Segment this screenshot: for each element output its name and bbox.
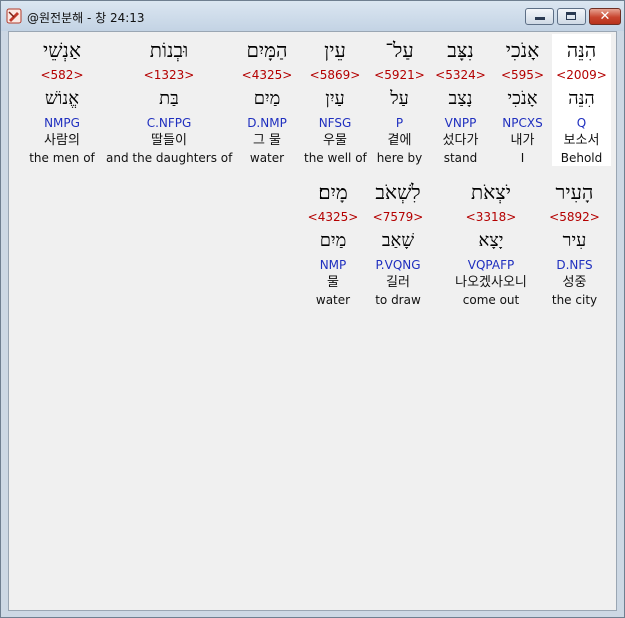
- lemma-word: בַּת: [159, 88, 179, 109]
- word-column[interactable]: הָעִיר <5892> עִיר D.NFS 성중 the city: [545, 176, 604, 308]
- english-gloss: come out: [462, 293, 520, 307]
- hebrew-word: נִצָּב: [447, 38, 474, 62]
- lemma-word: מַיִם: [319, 230, 347, 251]
- word-column[interactable]: וּבְנוֹת <1323> בַּת C.NFPG 딸들이 and the daugh…: [106, 34, 232, 166]
- korean-gloss: 그 물: [252, 133, 282, 148]
- korean-gloss: 곁에: [387, 133, 412, 148]
- strong-number: <5921>: [374, 68, 425, 82]
- english-gloss: the well of: [304, 151, 367, 165]
- lemma-word: הִנֵּה: [568, 88, 595, 109]
- lemma-word: אָנֹכִי: [507, 88, 538, 109]
- english-gloss: water: [315, 293, 351, 307]
- hebrew-word: אַנְשֵׁי: [43, 38, 81, 62]
- parse-code: NMP: [319, 258, 347, 272]
- strong-number: <595>: [500, 68, 544, 82]
- word-column[interactable]: נִצָּב <5324> נָצַב VNPP 섰다가 stand: [433, 34, 488, 166]
- english-gloss: and the daughters of: [106, 151, 233, 165]
- strong-number: <2009>: [556, 68, 607, 82]
- korean-gloss: 나오겠사오니: [455, 275, 527, 290]
- lemma-word: עַיִן: [325, 88, 345, 109]
- strong-number: <582>: [40, 68, 84, 82]
- lemma-word: מַיִם: [253, 88, 281, 109]
- word-column[interactable]: אַנְשֵׁי <582> אֱנוֹשׁ NMPG 사람의 the men of: [26, 34, 98, 166]
- word-column[interactable]: יֹצְאֹת <3318> יָצָא VQPAFP 나오겠사오니 come out: [434, 176, 548, 308]
- korean-gloss: 길러: [386, 275, 410, 290]
- korean-gloss: 보소서: [563, 133, 600, 148]
- window-title: @원전분해 - 창 24:13: [27, 11, 145, 25]
- english-gloss: stand: [443, 151, 478, 165]
- english-gloss: to draw: [375, 293, 421, 307]
- interlinear-panel: הִנֵּה <2009> הִנֵּה Q 보소서 Behold אָנֹכִי <595>…: [8, 31, 617, 611]
- minimize-button[interactable]: [525, 8, 554, 25]
- close-icon: ✕: [599, 9, 611, 24]
- english-gloss: here by: [376, 151, 423, 165]
- minimize-icon: [535, 17, 545, 20]
- word-column[interactable]: אָנֹכִי <595> אָנֹכִי NPCXS 내가 I: [493, 34, 552, 166]
- korean-gloss: 섰다가: [442, 133, 479, 148]
- strong-number: <7579>: [372, 210, 424, 224]
- parse-code: C.NFPG: [146, 116, 192, 130]
- hebrew-word: וּבְנוֹת: [149, 38, 189, 62]
- hebrew-word: יֹצְאֹת: [471, 180, 511, 204]
- parse-code: D.NMP: [247, 116, 287, 130]
- strong-number: <4325>: [307, 210, 359, 224]
- parse-code: D.NFS: [556, 258, 593, 272]
- korean-gloss: 우물: [323, 133, 347, 148]
- bible-icon: [6, 8, 22, 24]
- hebrew-word: לִשְׁאֹב: [375, 180, 421, 204]
- lemma-word: עַל: [390, 88, 409, 109]
- title-bar[interactable]: @원전분해 - 창 24:13 ✕: [1, 1, 624, 31]
- english-gloss: water: [249, 151, 285, 165]
- word-column[interactable]: הִנֵּה <2009> הִנֵּה Q 보소서 Behold: [552, 34, 611, 166]
- korean-gloss: 내가: [510, 133, 535, 148]
- maximize-button[interactable]: [557, 8, 586, 25]
- strong-number: <3318>: [465, 210, 517, 224]
- parse-code: VQPAFP: [467, 258, 515, 272]
- lemma-word: נָצַב: [448, 88, 473, 109]
- strong-number: <5892>: [549, 210, 600, 224]
- parse-code: Q: [576, 116, 587, 130]
- parse-code: NFSG: [318, 116, 352, 130]
- parse-code: P.VQNG: [375, 258, 421, 272]
- english-gloss: the city: [551, 293, 598, 307]
- word-column[interactable]: הַמָּיִם <4325> מַיִם D.NMP 그 물 water: [236, 34, 298, 166]
- korean-gloss: 물: [327, 275, 339, 290]
- english-gloss: Behold: [560, 151, 603, 165]
- strong-number: <4325>: [241, 68, 293, 82]
- app-window: @원전분해 - 창 24:13 ✕ הִנֵּה <2009> הִנֵּה Q 보소서…: [0, 0, 625, 618]
- hebrew-word: עֵין: [324, 38, 346, 62]
- lemma-word: עִיר: [562, 230, 587, 251]
- word-column[interactable]: לִשְׁאֹב <7579> שָׁאַב P.VQNG 길러 to draw: [368, 176, 428, 308]
- strong-number: <5869>: [309, 68, 361, 82]
- parse-code: VNPP: [444, 116, 477, 130]
- lemma-word: שָׁאַב: [381, 230, 415, 251]
- korean-gloss: 성중: [562, 275, 587, 290]
- word-column[interactable]: מָיִם׃ <4325> מַיִם NMP 물 water: [305, 176, 361, 308]
- korean-gloss: 사람의: [44, 133, 80, 148]
- korean-gloss: 딸들이: [151, 133, 187, 148]
- hebrew-word: אָנֹכִי: [505, 38, 540, 62]
- lemma-word: אֱנוֹשׁ: [44, 88, 79, 109]
- hebrew-word: מָיִם׃: [318, 180, 348, 204]
- hebrew-word: הַמָּיִם: [246, 38, 288, 62]
- english-gloss: I: [520, 151, 525, 165]
- close-button[interactable]: ✕: [589, 8, 621, 25]
- hebrew-word: הִנֵּה: [566, 38, 597, 62]
- parse-code: NMPG: [44, 116, 80, 130]
- hebrew-word: עַל־: [385, 38, 414, 62]
- maximize-icon: [566, 12, 576, 20]
- parse-code: NPCXS: [502, 116, 543, 130]
- hebrew-word: הָעִיר: [555, 180, 594, 204]
- strong-number: <5324>: [435, 68, 486, 82]
- lemma-word: יָצָא: [478, 230, 504, 251]
- strong-number: <1323>: [143, 68, 195, 82]
- word-column[interactable]: עֵין <5869> עַיִן NFSG 우물 the well of: [304, 34, 367, 166]
- parse-code: P: [395, 116, 404, 130]
- english-gloss: the men of: [29, 151, 95, 165]
- word-column[interactable]: עַל־ <5921> עַל P 곁에 here by: [372, 34, 427, 166]
